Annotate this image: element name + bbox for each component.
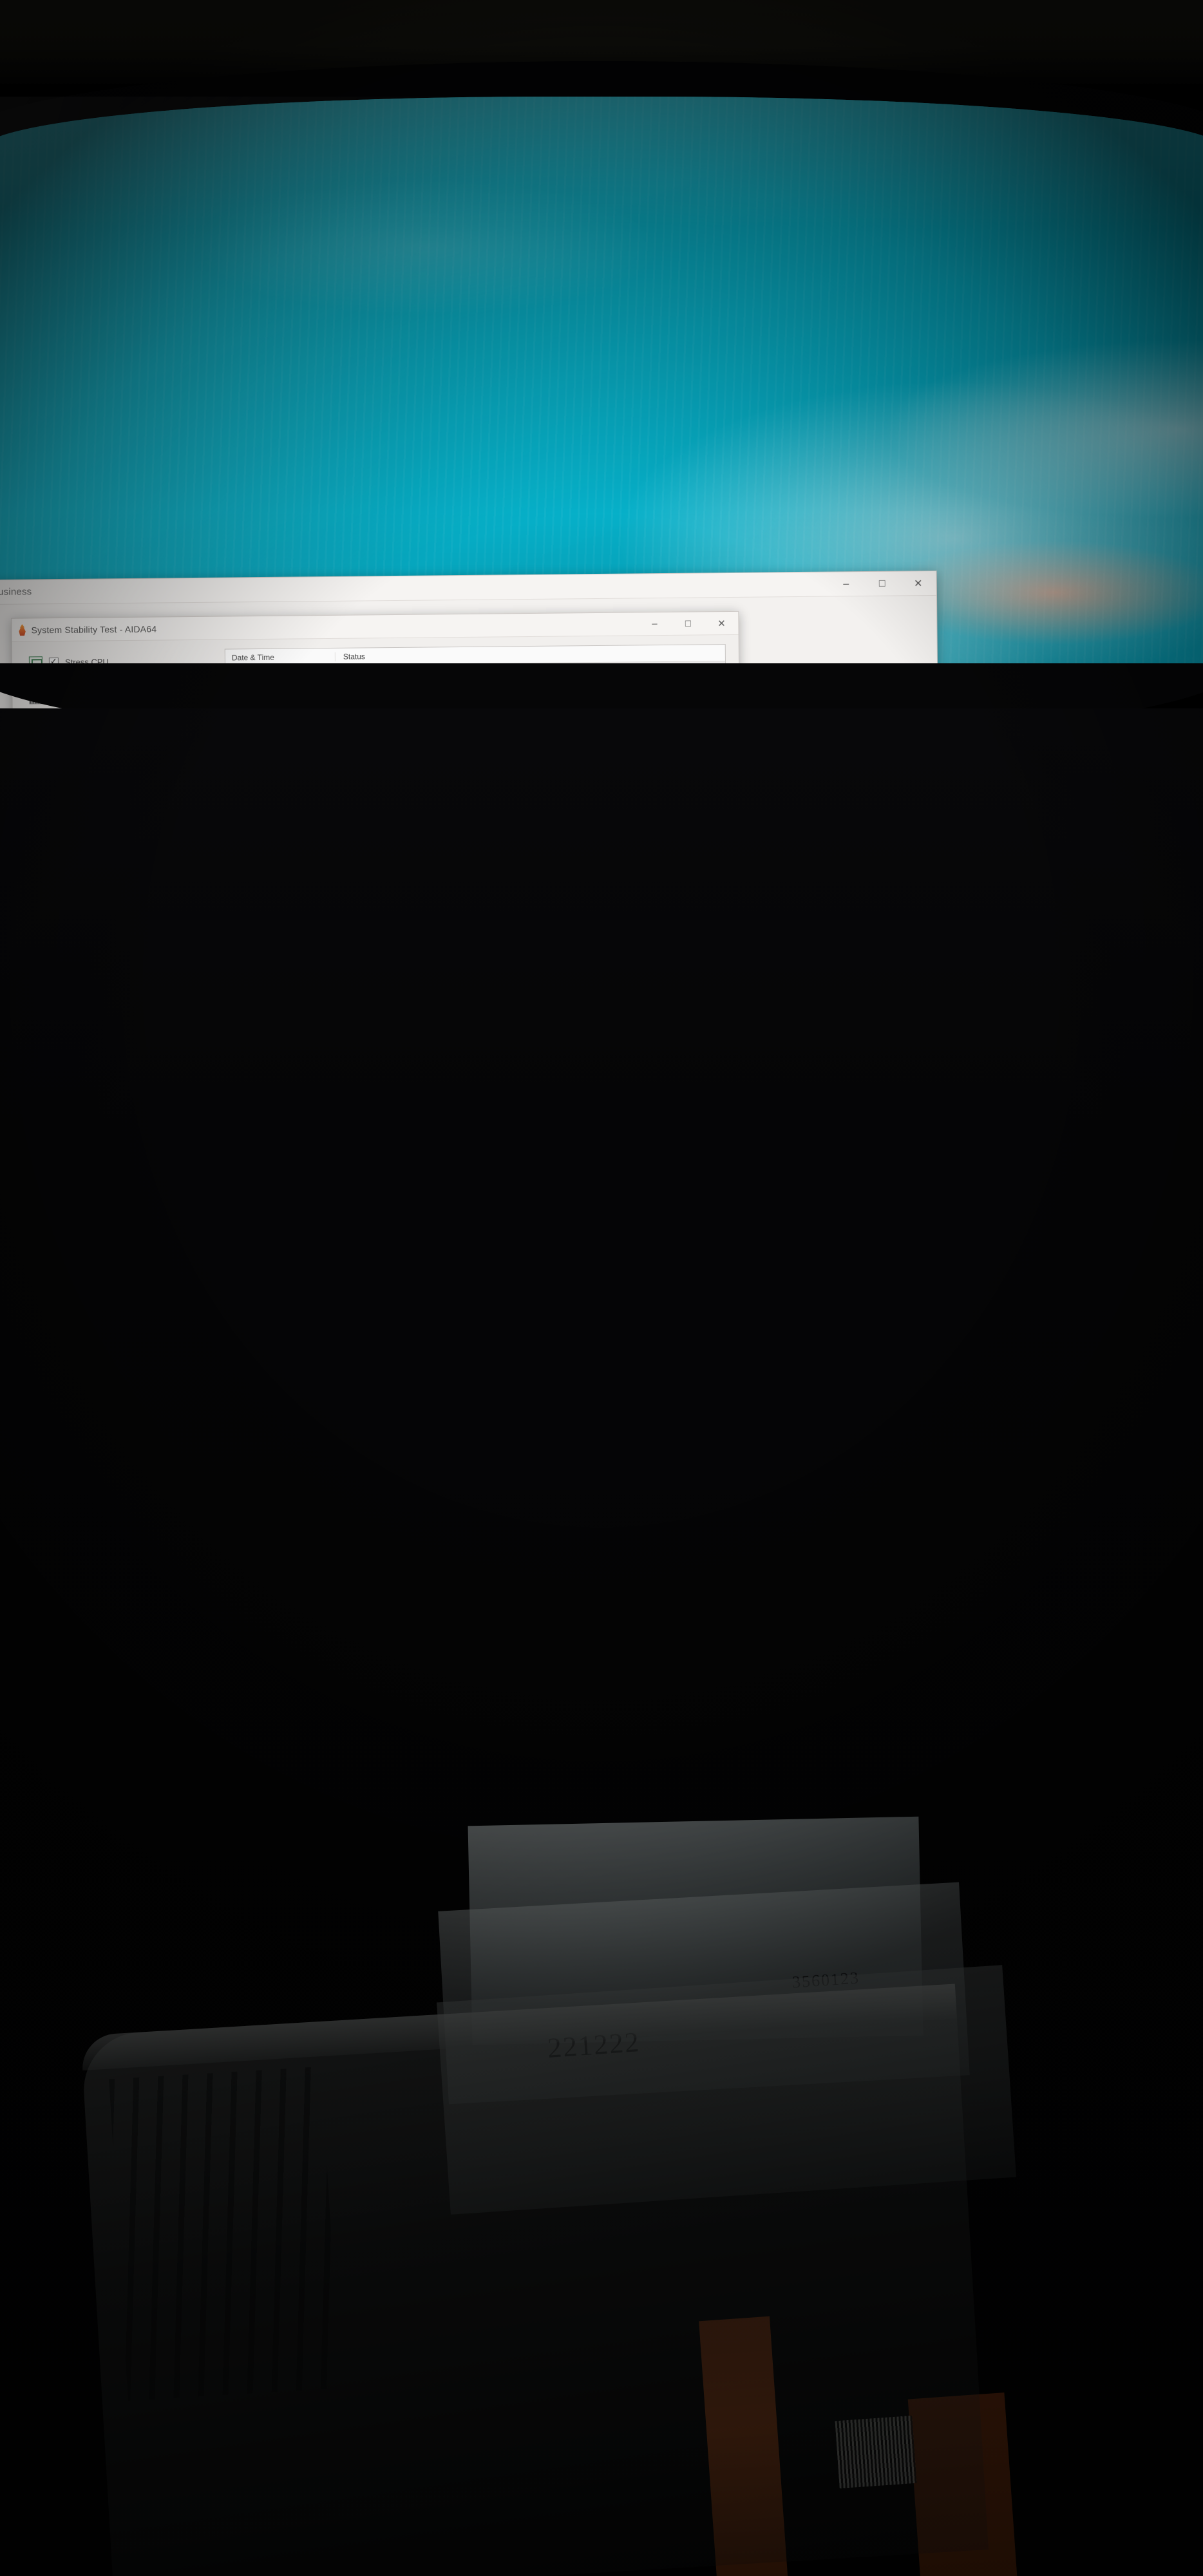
maximize-icon[interactable]: □ — [671, 612, 705, 634]
minimize-icon[interactable]: – — [638, 612, 671, 634]
sst-title: System Stability Test - AIDA64 — [31, 623, 157, 635]
business-window-controls[interactable]: – □ ✕ — [828, 571, 936, 596]
log-col-datetime: Date & Time — [231, 652, 274, 662]
basket-vent-slots — [109, 2067, 341, 2401]
plastic-basket — [81, 1984, 989, 2576]
sst-window-controls[interactable]: – □ ✕ — [638, 612, 738, 634]
maximize-icon[interactable]: □ — [864, 572, 900, 596]
close-icon[interactable]: ✕ — [900, 571, 936, 595]
aida64-flame-icon — [17, 624, 26, 636]
photo-stage: Business – □ ✕ Из 4 м ист не ерт ис ул — [0, 0, 1203, 2576]
business-title: Business — [0, 586, 32, 598]
minimize-icon[interactable]: – — [828, 573, 864, 596]
close-icon[interactable]: ✕ — [705, 612, 738, 634]
log-col-status: Status — [334, 648, 725, 661]
